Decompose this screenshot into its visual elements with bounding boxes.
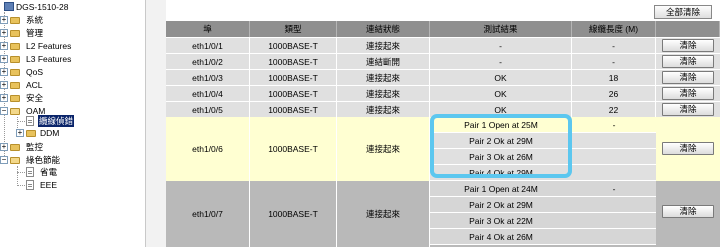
- expand-plus-icon[interactable]: +: [0, 81, 8, 89]
- col-test-result: 測試結果: [430, 21, 572, 37]
- length-cell: 22: [572, 102, 656, 117]
- type-cell: 1000BASE-T: [250, 181, 337, 247]
- length-cell-empty: [572, 149, 656, 165]
- col-action: [656, 21, 720, 37]
- pair-result: Pair 4 Ok at 29M: [430, 165, 572, 181]
- port-cell: eth1/0/4: [166, 86, 250, 101]
- clear-all-button[interactable]: 全部清除: [654, 5, 712, 19]
- link-cell: 連接起來: [337, 70, 430, 85]
- pair-result: Pair 2 Ok at 29M: [430, 197, 572, 213]
- navigation-tree: DGS-1510-28 + 系統 + 管理 + L2 Features + L3…: [0, 0, 146, 247]
- pair-result: Pair 2 Ok at 29M: [430, 133, 572, 149]
- result-cell: OK: [430, 86, 572, 101]
- link-cell: 連接起來: [337, 181, 430, 247]
- clear-button[interactable]: 清除: [662, 55, 714, 68]
- length-cell: -: [572, 181, 656, 197]
- page-icon: [26, 167, 34, 177]
- folder-icon: [10, 82, 20, 89]
- type-cell: 1000BASE-T: [250, 38, 337, 53]
- pair-result: Pair 1 Open at 24M: [430, 181, 572, 197]
- expand-plus-icon[interactable]: +: [16, 129, 24, 137]
- expand-plus-icon[interactable]: +: [0, 29, 8, 37]
- type-cell: 1000BASE-T: [250, 86, 337, 101]
- expand-plus-icon[interactable]: +: [0, 143, 8, 151]
- page-icon: [26, 180, 34, 190]
- port-cell: eth1/0/6: [166, 117, 250, 181]
- pair-result: Pair 4 Ok at 26M: [430, 229, 572, 245]
- pair-result: Pair 1 Open at 25M: [430, 117, 572, 133]
- table-header: 埠 類型 連結狀態 測試結果 線纜長度 (M): [166, 21, 720, 37]
- collapse-minus-icon[interactable]: −: [0, 156, 8, 164]
- folder-icon: [26, 130, 36, 137]
- collapse-minus-icon[interactable]: −: [0, 107, 8, 115]
- cable-diagnostics-panel: 全部清除 埠 類型 連結狀態 測試結果 線纜長度 (M) eth1/0/1 10…: [166, 0, 720, 247]
- folder-icon: [10, 30, 20, 37]
- port-cell: eth1/0/1: [166, 38, 250, 53]
- expand-plus-icon[interactable]: +: [0, 94, 8, 102]
- length-cell-empty: [572, 213, 656, 229]
- col-type: 類型: [250, 21, 337, 37]
- folder-icon: [10, 69, 20, 76]
- length-cell-empty: [572, 229, 656, 245]
- col-port: 埠: [166, 21, 250, 37]
- result-cell: OK: [430, 102, 572, 117]
- port-cell: eth1/0/5: [166, 102, 250, 117]
- length-cell: -: [572, 117, 656, 133]
- folder-open-icon: [10, 108, 20, 115]
- length-cell: 26: [572, 86, 656, 101]
- table-row: eth1/0/4 1000BASE-T 連接起來 OK 26 清除: [166, 85, 720, 101]
- clear-button[interactable]: 清除: [662, 142, 714, 155]
- table-row: eth1/0/7 1000BASE-T 連接起來 Pair 1 Open at …: [166, 181, 720, 247]
- table-row: eth1/0/5 1000BASE-T 連接起來 OK 22 清除: [166, 101, 720, 117]
- clear-button[interactable]: 清除: [662, 71, 714, 84]
- result-cell: -: [430, 54, 572, 69]
- length-cell: 18: [572, 70, 656, 85]
- table-row: eth1/0/1 1000BASE-T 連接起來 - - 清除: [166, 37, 720, 53]
- expand-plus-icon[interactable]: +: [0, 68, 8, 76]
- folder-icon: [10, 56, 20, 63]
- folder-icon: [10, 95, 20, 102]
- folder-icon: [10, 144, 20, 151]
- type-cell: 1000BASE-T: [250, 102, 337, 117]
- length-cell-empty: [572, 165, 656, 181]
- folder-open-icon: [10, 157, 20, 164]
- clear-button[interactable]: 清除: [662, 103, 714, 116]
- result-cell: -: [430, 38, 572, 53]
- expand-plus-icon[interactable]: +: [0, 42, 8, 50]
- folder-icon: [10, 43, 20, 50]
- result-cell: OK: [430, 70, 572, 85]
- clear-button[interactable]: 清除: [662, 205, 714, 218]
- type-cell: 1000BASE-T: [250, 70, 337, 85]
- link-cell: 連接起來: [337, 38, 430, 53]
- table-row: eth1/0/2 1000BASE-T 連結斷開 - - 清除: [166, 53, 720, 69]
- pair-result: Pair 3 Ok at 26M: [430, 149, 572, 165]
- table-row-selected: eth1/0/6 1000BASE-T 連接起來 Pair 1 Open at …: [166, 117, 720, 181]
- link-cell: 連接起來: [337, 102, 430, 117]
- device-icon: [4, 2, 14, 11]
- folder-icon: [10, 17, 20, 24]
- link-cell: 連接起來: [337, 86, 430, 101]
- clear-button[interactable]: 清除: [662, 87, 714, 100]
- length-cell-empty: [572, 133, 656, 149]
- expand-plus-icon[interactable]: +: [0, 16, 8, 24]
- col-cable-length: 線纜長度 (M): [572, 21, 656, 37]
- page-icon: [26, 116, 34, 126]
- type-cell: 1000BASE-T: [250, 54, 337, 69]
- link-cell: 連接起來: [337, 117, 430, 181]
- col-link-status: 連結狀態: [337, 21, 430, 37]
- length-cell: -: [572, 38, 656, 53]
- link-cell: 連結斷開: [337, 54, 430, 69]
- pair-result: Pair 3 Ok at 22M: [430, 213, 572, 229]
- type-cell: 1000BASE-T: [250, 117, 337, 181]
- port-cell: eth1/0/2: [166, 54, 250, 69]
- length-cell-empty: [572, 197, 656, 213]
- port-cell: eth1/0/7: [166, 181, 250, 247]
- clear-button[interactable]: 清除: [662, 39, 714, 52]
- port-cell: eth1/0/3: [166, 70, 250, 85]
- expand-plus-icon[interactable]: +: [0, 55, 8, 63]
- panel-gutter: [146, 0, 166, 247]
- length-cell: -: [572, 54, 656, 69]
- table-row: eth1/0/3 1000BASE-T 連接起來 OK 18 清除: [166, 69, 720, 85]
